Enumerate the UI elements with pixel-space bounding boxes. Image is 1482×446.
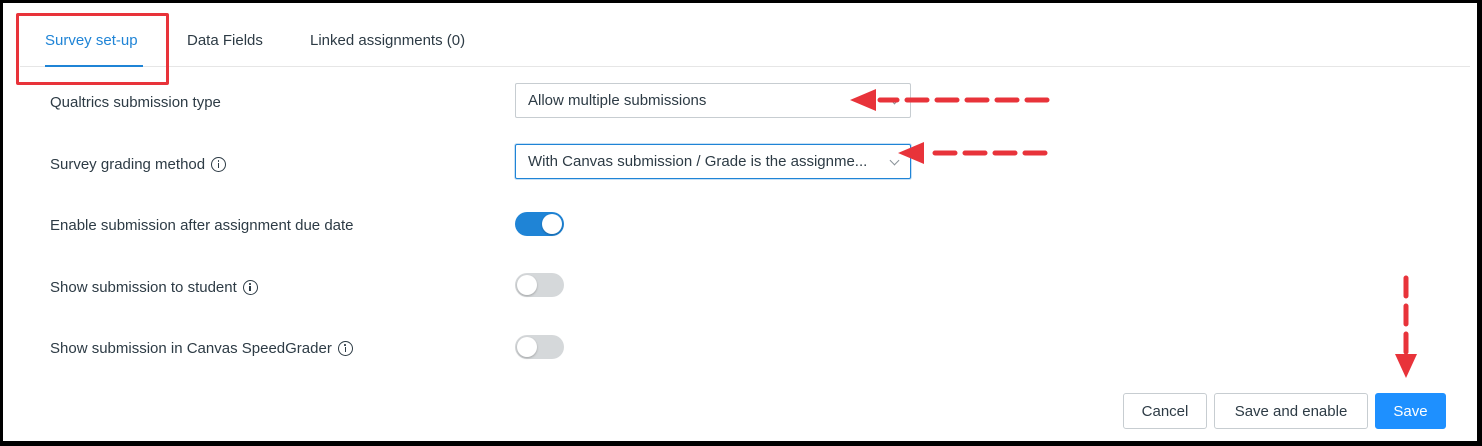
grading-method-select[interactable]: With Canvas submission / Grade is the as… bbox=[515, 144, 911, 179]
grading-method-label: Survey grading method bbox=[50, 153, 227, 175]
dialog-frame: Survey set-up Data Fields Linked assignm… bbox=[0, 0, 1482, 446]
tab-bar: Survey set-up Data Fields Linked assignm… bbox=[20, 3, 1470, 67]
tab-label: Survey set-up bbox=[45, 32, 138, 49]
label-text: Enable submission after assignment due d… bbox=[50, 216, 354, 234]
tab-linked-assignments[interactable]: Linked assignments (0) bbox=[310, 31, 465, 67]
save-button[interactable]: Save bbox=[1375, 393, 1446, 429]
show-to-student-toggle[interactable] bbox=[515, 273, 564, 297]
info-icon[interactable] bbox=[337, 340, 353, 356]
show-to-student-label: Show submission to student bbox=[50, 276, 258, 298]
show-in-speedgrader-label: Show submission in Canvas SpeedGrader bbox=[50, 337, 353, 359]
tab-data-fields[interactable]: Data Fields bbox=[187, 31, 263, 67]
select-value: With Canvas submission / Grade is the as… bbox=[528, 153, 868, 170]
label-text: Show submission to student bbox=[50, 278, 237, 296]
chevron-down-icon bbox=[889, 94, 900, 105]
tab-label: Linked assignments (0) bbox=[310, 32, 466, 49]
toggle-knob bbox=[542, 214, 562, 234]
select-value: Allow multiple submissions bbox=[528, 92, 707, 109]
label-text: Show submission in Canvas SpeedGrader bbox=[50, 339, 332, 357]
button-label: Save bbox=[1393, 402, 1428, 420]
button-label: Save and enable bbox=[1234, 402, 1348, 420]
label-text: Qualtrics submission type bbox=[50, 93, 221, 111]
save-and-enable-button[interactable]: Save and enable bbox=[1214, 393, 1368, 429]
show-in-speedgrader-toggle[interactable] bbox=[515, 335, 564, 359]
chevron-down-icon bbox=[889, 155, 900, 166]
enable-after-due-toggle[interactable] bbox=[515, 212, 564, 236]
info-icon[interactable] bbox=[211, 156, 227, 172]
info-icon[interactable] bbox=[242, 279, 258, 295]
cancel-button[interactable]: Cancel bbox=[1123, 393, 1207, 429]
submission-type-label: Qualtrics submission type bbox=[50, 91, 221, 113]
tab-label: Data Fields bbox=[187, 32, 263, 49]
submission-type-select[interactable]: Allow multiple submissions bbox=[515, 83, 911, 118]
enable-after-due-label: Enable submission after assignment due d… bbox=[50, 214, 354, 236]
tab-survey-setup[interactable]: Survey set-up bbox=[45, 31, 143, 67]
active-tab-underline bbox=[45, 65, 143, 67]
toggle-knob bbox=[517, 337, 537, 357]
toggle-knob bbox=[517, 275, 537, 295]
label-text: Survey grading method bbox=[50, 155, 206, 173]
button-label: Cancel bbox=[1141, 402, 1189, 420]
